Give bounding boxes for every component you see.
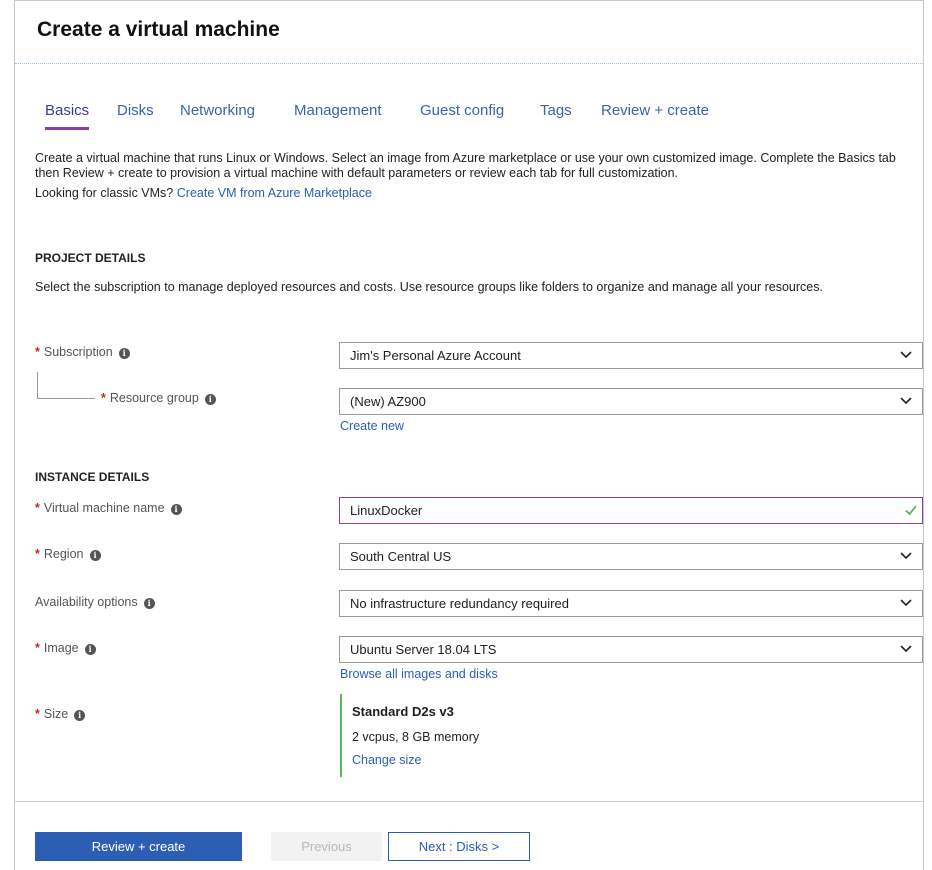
tree-connector <box>37 372 95 399</box>
review-create-button[interactable]: Review + create <box>35 832 242 861</box>
required-marker: * <box>35 547 40 561</box>
required-marker: * <box>101 391 106 405</box>
region-select[interactable]: South Central US <box>339 543 923 570</box>
image-label: * Image i <box>35 641 96 655</box>
checkmark-icon <box>905 505 917 516</box>
image-select[interactable]: Ubuntu Server 18.04 LTS <box>339 636 923 663</box>
chevron-down-icon <box>900 351 912 359</box>
size-label: * Size i <box>35 707 86 721</box>
create-vm-blade: Create a virtual machine Basics Disks Ne… <box>14 0 924 870</box>
intro-text: Create a virtual machine that runs Linux… <box>35 151 905 201</box>
tab-disks[interactable]: Disks <box>117 102 154 127</box>
create-vm-marketplace-link[interactable]: Create VM from Azure Marketplace <box>177 186 372 200</box>
availability-options-select[interactable]: No infrastructure redundancy required <box>339 590 923 617</box>
chevron-down-icon <box>900 397 912 405</box>
required-marker: * <box>35 501 40 515</box>
project-details-description: Select the subscription to manage deploy… <box>35 280 823 294</box>
tab-basics[interactable]: Basics <box>45 102 90 130</box>
previous-button[interactable]: Previous <box>271 832 382 861</box>
size-summary: Standard D2s v3 2 vcpus, 8 GB memory Cha… <box>340 694 479 777</box>
intro-paragraph: Create a virtual machine that runs Linux… <box>35 151 896 180</box>
info-icon[interactable]: i <box>84 644 96 655</box>
subscription-select[interactable]: Jim's Personal Azure Account <box>339 342 923 369</box>
chevron-down-icon <box>900 552 912 560</box>
next-disks-button[interactable]: Next : Disks > <box>388 832 530 861</box>
tab-review-create[interactable]: Review + create <box>601 102 709 127</box>
create-new-resource-group-link[interactable]: Create new <box>340 419 404 433</box>
availability-options-label: Availability options i <box>35 595 155 609</box>
classic-vms-prefix: Looking for classic VMs? <box>35 186 174 200</box>
info-icon[interactable]: i <box>204 394 216 405</box>
tab-networking[interactable]: Networking <box>180 102 255 127</box>
change-size-link[interactable]: Change size <box>352 753 422 767</box>
region-label: * Region i <box>35 547 101 561</box>
page-title: Create a virtual machine <box>37 18 280 41</box>
info-icon[interactable]: i <box>170 504 182 515</box>
chevron-down-icon <box>900 645 912 653</box>
project-details-heading: PROJECT DETAILS <box>35 251 146 265</box>
required-marker: * <box>35 345 40 359</box>
info-icon[interactable]: i <box>74 710 86 721</box>
info-icon[interactable]: i <box>89 550 101 561</box>
required-marker: * <box>35 641 40 655</box>
resource-group-select[interactable]: (New) AZ900 <box>339 388 923 415</box>
tab-guest-config[interactable]: Guest config <box>420 102 504 127</box>
required-marker: * <box>35 707 40 721</box>
chevron-down-icon <box>900 599 912 607</box>
tab-tags[interactable]: Tags <box>540 102 572 127</box>
footer-divider <box>15 801 923 802</box>
instance-details-heading: INSTANCE DETAILS <box>35 470 150 484</box>
vm-name-input[interactable]: LinuxDocker <box>339 497 923 524</box>
info-icon[interactable]: i <box>143 598 155 609</box>
subscription-label: * Subscription i <box>35 345 130 359</box>
size-name: Standard D2s v3 <box>352 704 454 719</box>
tab-management[interactable]: Management <box>294 102 382 127</box>
size-spec: 2 vcpus, 8 GB memory <box>352 730 480 744</box>
vm-name-label: * Virtual machine name i <box>35 501 182 515</box>
info-icon[interactable]: i <box>118 348 130 359</box>
browse-images-link[interactable]: Browse all images and disks <box>340 667 498 681</box>
resource-group-label: * Resource group i <box>101 391 216 405</box>
title-divider <box>15 63 923 64</box>
